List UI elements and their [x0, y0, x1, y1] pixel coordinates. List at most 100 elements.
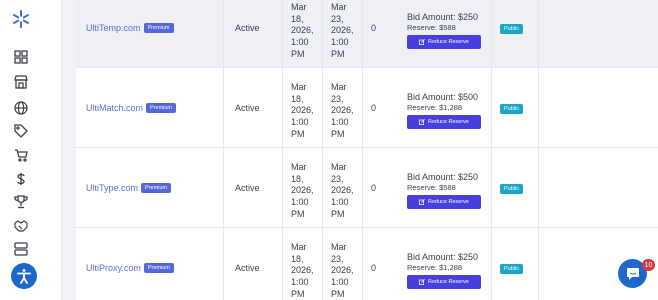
date-part: PM — [331, 208, 345, 219]
date-part: PM — [291, 208, 305, 219]
date-part: PM — [291, 48, 305, 59]
table-row: UltiProxy.com Premium Active Mar 18, 2026,… — [76, 228, 658, 300]
domain-link[interactable]: UltiTemp.com — [86, 23, 141, 33]
edit-icon — [419, 279, 425, 285]
edit-icon — [419, 119, 425, 125]
premium-badge: Premium — [143, 23, 174, 33]
reduce-reserve-button[interactable]: Reduce Reserve — [407, 275, 481, 289]
column-divider — [282, 228, 283, 300]
column-divider — [491, 68, 492, 148]
reduce-reserve-label: Reduce Reserve — [428, 199, 469, 205]
visibility-badge: Public — [500, 24, 523, 34]
premium-badge: Premium — [141, 183, 172, 193]
bid-count: 0 — [371, 183, 377, 193]
reduce-reserve-button[interactable]: Reduce Reserve — [407, 115, 481, 129]
globe-icon[interactable] — [12, 99, 30, 117]
date-part: 18, — [291, 93, 304, 104]
date-part: 23, — [331, 173, 344, 184]
date-part: 1:00 — [291, 117, 309, 128]
end-date: Mar 23, 2026, 1:00 PM — [331, 162, 367, 221]
date-part: Mar — [291, 242, 307, 252]
date-part: 2026, — [331, 185, 354, 196]
date-part: 23, — [331, 253, 344, 264]
bid-cell: Bid Amount: $250 Reserve: $1,288 Reduce … — [407, 252, 487, 289]
end-date: Mar 23, 2026, 1:00 PM — [331, 82, 367, 141]
cart-icon[interactable] — [12, 146, 30, 164]
column-divider — [491, 148, 492, 228]
date-part: 1:00 — [331, 117, 349, 128]
bid-count: 0 — [371, 103, 377, 113]
reduce-reserve-button[interactable]: Reduce Reserve — [407, 195, 481, 209]
date-part: 1:00 — [291, 37, 309, 48]
grid-icon[interactable] — [12, 48, 30, 66]
date-part: Mar — [291, 2, 307, 12]
table-row: UltiTemp.com Premium Active Mar 18, 2026, 1… — [76, 0, 658, 68]
date-part: PM — [331, 288, 345, 299]
table-row: UltiType.com Premium Active Mar 18, 2026, 1… — [76, 148, 658, 228]
date-part: 1:00 — [331, 277, 349, 288]
date-part: PM — [331, 128, 345, 139]
tag-icon[interactable] — [12, 122, 30, 140]
bid-amount: Bid Amount: $250 — [407, 172, 479, 182]
date-part: Mar — [291, 82, 307, 92]
date-part: 2026, — [291, 25, 314, 36]
date-part: Mar — [331, 242, 347, 252]
start-date: Mar 18, 2026, 1:00 PM — [291, 242, 327, 300]
table-row: UltiMatch.com Premium Active Mar 18, 2026,… — [76, 68, 658, 148]
accessibility-icon[interactable] — [11, 263, 37, 289]
domain-link[interactable]: UltiProxy.com — [86, 263, 141, 273]
date-part: 2026, — [291, 185, 314, 196]
date-part: 18, — [291, 253, 304, 264]
date-part: PM — [331, 48, 345, 59]
reduce-reserve-label: Reduce Reserve — [428, 39, 469, 45]
reserve-amount: Reserve: $1,288 — [407, 263, 463, 272]
column-divider — [223, 0, 224, 68]
sidebar — [0, 0, 62, 300]
column-divider — [491, 228, 492, 300]
date-part: 2026, — [291, 265, 314, 276]
visibility-badge: Public — [500, 264, 523, 274]
date-part: 1:00 — [331, 197, 349, 208]
reduce-reserve-button[interactable]: Reduce Reserve — [407, 35, 481, 49]
column-divider — [282, 0, 283, 68]
date-part: 23, — [331, 13, 344, 24]
reserve-amount: Reserve: $1,288 — [407, 103, 463, 112]
handshake-icon[interactable] — [12, 217, 30, 235]
unread-badge: 10 — [642, 259, 655, 271]
date-part: Mar — [291, 162, 307, 172]
column-divider — [538, 148, 539, 228]
logo-icon[interactable] — [11, 9, 31, 29]
visibility-badge: Public — [500, 104, 523, 114]
reserve-amount: Reserve: $588 — [407, 23, 456, 32]
domain-cell: UltiTemp.com Premium — [86, 0, 174, 68]
premium-badge: Premium — [143, 263, 174, 273]
column-divider — [223, 68, 224, 148]
column-divider — [223, 228, 224, 300]
domain-link[interactable]: UltiType.com — [86, 183, 138, 193]
server-icon[interactable] — [12, 240, 30, 258]
bid-cell: Bid Amount: $250 Reserve: $588 Reduce Re… — [407, 12, 487, 49]
column-divider — [282, 148, 283, 228]
domain-cell: UltiMatch.com Premium — [86, 68, 177, 148]
column-divider — [538, 68, 539, 148]
start-date: Mar 18, 2026, 1:00 PM — [291, 82, 327, 141]
date-part: 2026, — [331, 265, 354, 276]
domain-cell: UltiType.com Premium — [86, 148, 172, 228]
column-divider — [282, 68, 283, 148]
store-icon[interactable] — [12, 73, 30, 91]
reserve-amount: Reserve: $588 — [407, 183, 456, 192]
domain-cell: UltiProxy.com Premium — [86, 228, 174, 300]
status-text: Active — [235, 103, 260, 113]
bid-amount: Bid Amount: $500 — [407, 92, 479, 102]
date-part: 18, — [291, 173, 304, 184]
reduce-reserve-label: Reduce Reserve — [428, 279, 469, 285]
visibility-badge: Public — [500, 184, 523, 194]
bid-amount: Bid Amount: $250 — [407, 12, 479, 22]
trophy-icon[interactable] — [12, 193, 30, 211]
domain-link[interactable]: UltiMatch.com — [86, 103, 143, 113]
date-part: PM — [291, 128, 305, 139]
dollar-icon[interactable] — [12, 170, 30, 188]
column-divider — [491, 0, 492, 68]
start-date: Mar 18, 2026, 1:00 PM — [291, 2, 327, 61]
date-part: PM — [291, 288, 305, 299]
